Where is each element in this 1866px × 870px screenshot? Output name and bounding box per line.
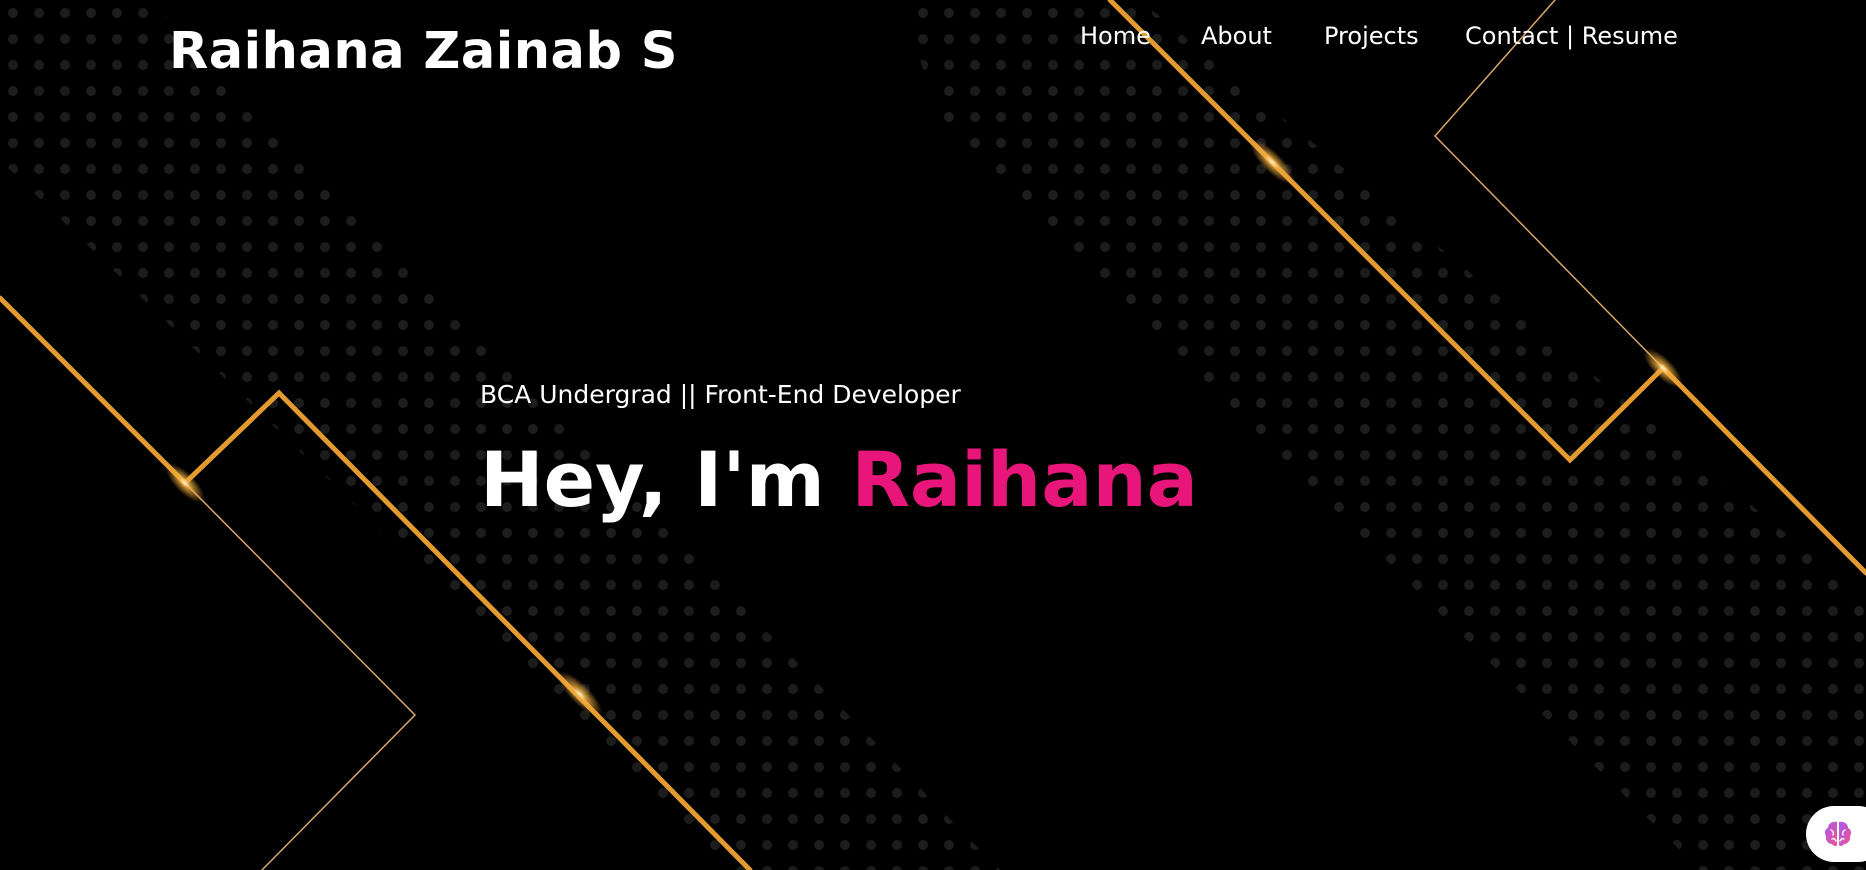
assistant-widget-button[interactable] (1806, 806, 1866, 862)
nav-link-projects[interactable]: Projects (1324, 22, 1419, 50)
nav-link-about[interactable]: About (1201, 22, 1272, 50)
brain-icon (1824, 821, 1852, 846)
nav-link-contact-resume[interactable]: Contact | Resume (1465, 22, 1678, 50)
nav-link-home[interactable]: Home (1080, 22, 1151, 50)
gold-line-left-inner (184, 482, 417, 870)
hero-heading: Hey, I'm Raihana (480, 438, 1198, 522)
hero-subtitle: BCA Undergrad || Front-End Developer (480, 380, 961, 409)
hero-greeting: Hey, I'm (480, 435, 852, 524)
hero-name: Raihana (851, 435, 1198, 524)
brand-name[interactable]: Raihana Zainab S (169, 22, 678, 81)
